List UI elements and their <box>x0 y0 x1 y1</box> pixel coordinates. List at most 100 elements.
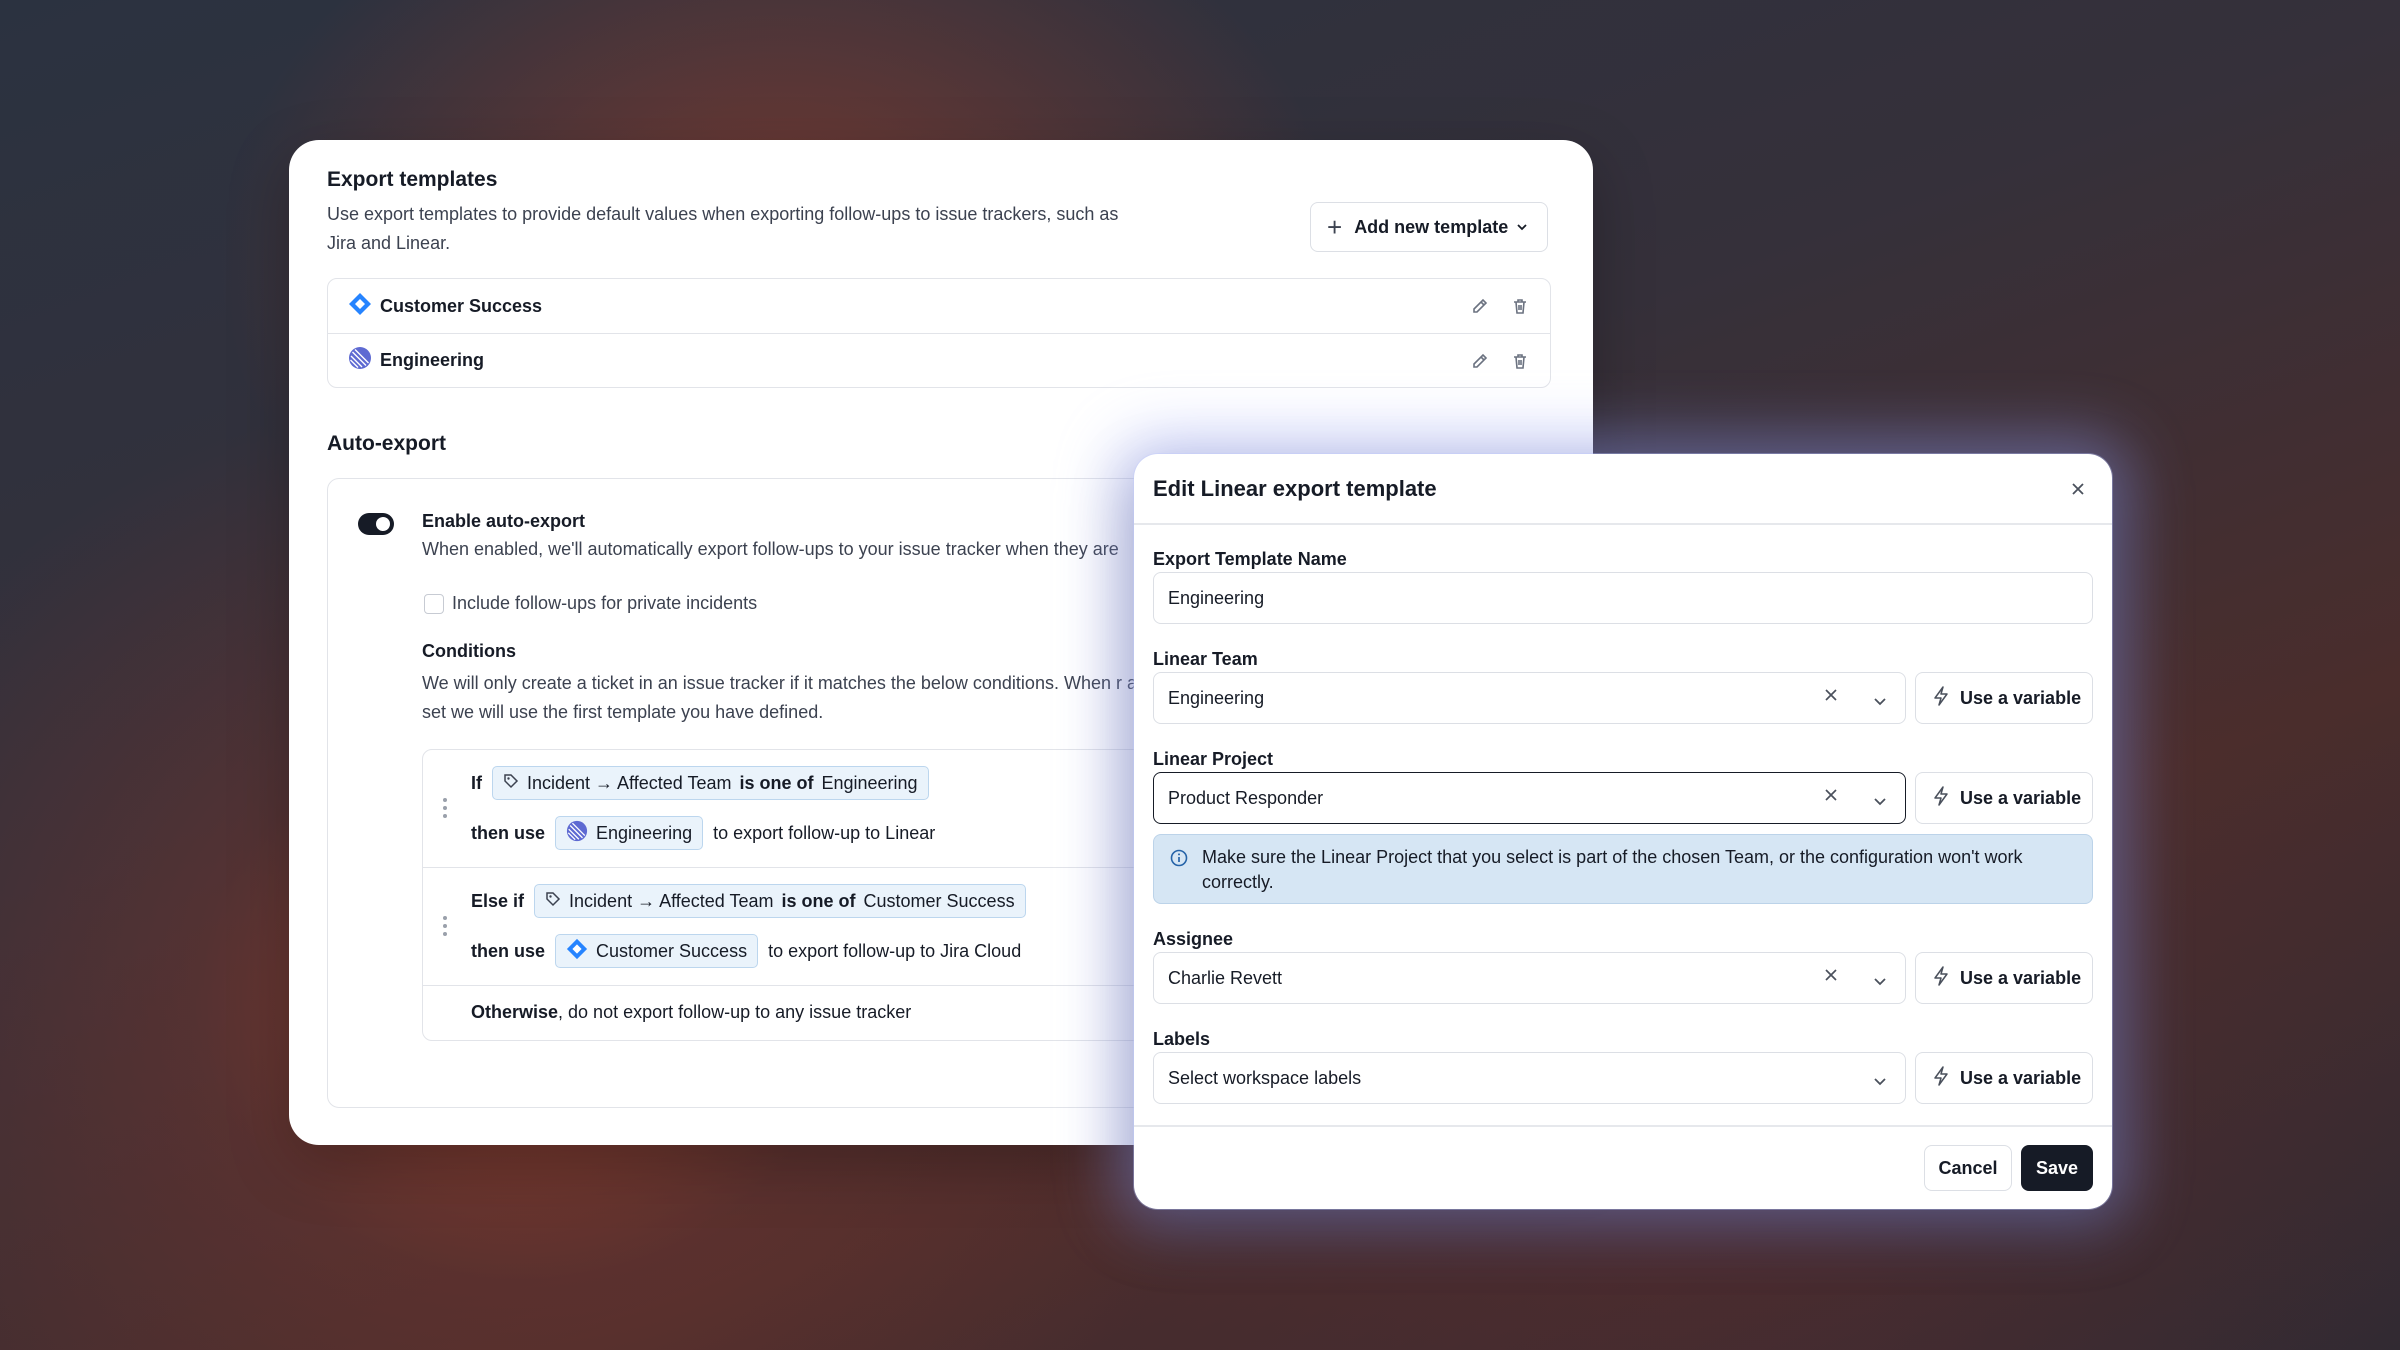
project-info-callout: Make sure the Linear Project that you se… <box>1153 834 2093 904</box>
add-new-template-label: Add new template <box>1354 216 1509 237</box>
labels-select[interactable]: Select workspace labels <box>1153 1052 1906 1104</box>
lightning-icon <box>1932 685 1950 711</box>
condition-pill[interactable]: Incident → Affected Team is one of Custo… <box>534 884 1026 918</box>
labels-label: Labels <box>1153 1029 1211 1049</box>
chevron-down-icon[interactable] <box>1873 791 1887 812</box>
team-use-variable-button[interactable]: Use a variable <box>1915 672 2093 724</box>
linear-project-label: Linear Project <box>1153 749 1274 769</box>
linear-team-select[interactable]: Engineering <box>1153 672 1906 724</box>
use-variable-label: Use a variable <box>1960 787 2082 808</box>
condition-pill[interactable]: Incident → Affected Team is one of Engin… <box>492 766 929 800</box>
template-name-label: Export Template Name <box>1153 549 1347 569</box>
tag-icon <box>545 891 561 912</box>
toggle-knob <box>376 517 390 531</box>
lightning-icon <box>1932 965 1950 991</box>
condition-operator: is one of <box>739 772 814 793</box>
enable-auto-export-label: Enable auto-export <box>422 511 586 531</box>
rule-keyword: If <box>471 772 482 793</box>
trash-icon[interactable] <box>1510 296 1530 316</box>
clear-icon[interactable] <box>1823 786 1839 809</box>
template-pill[interactable]: Engineering <box>555 816 704 850</box>
enable-auto-export-description: When enabled, we'll automatically export… <box>422 539 1119 559</box>
template-name-input[interactable]: Engineering <box>1153 572 2093 624</box>
clear-icon[interactable] <box>1823 966 1839 989</box>
rule-condition: Else if Incident → Affected Team is one … <box>471 884 1026 918</box>
plus-icon: + <box>1327 212 1343 242</box>
private-incidents-checkbox[interactable] <box>424 594 444 614</box>
linear-project-select[interactable]: Product Responder <box>1153 772 1906 824</box>
otherwise-line: Otherwise , do not export follow-up to a… <box>471 1002 911 1023</box>
then-use-label: then use <box>471 822 546 843</box>
assignee-value: Charlie Revett <box>1168 967 1283 988</box>
lightning-icon <box>1932 785 1950 811</box>
assignee-label: Assignee <box>1153 929 1234 949</box>
rule-suffix: to export follow-up to Linear <box>713 822 936 843</box>
rule-keyword: Else if <box>471 890 525 911</box>
rule-action: then use Engineering to export follow-up… <box>471 816 935 850</box>
use-variable-label: Use a variable <box>1960 1067 2082 1088</box>
jira-icon <box>566 938 588 965</box>
template-row-engineering[interactable]: Engineering <box>328 333 1550 387</box>
otherwise-text: , do not export follow-up to any issue t… <box>558 1002 912 1022</box>
chevron-down-icon <box>1516 220 1528 234</box>
condition-value: Engineering <box>821 772 918 793</box>
info-icon <box>1170 849 1188 893</box>
chevron-down-icon[interactable] <box>1873 971 1887 992</box>
conditions-description: We will only create a ticket in an issue… <box>422 673 1153 722</box>
project-use-variable-button[interactable]: Use a variable <box>1915 772 2093 824</box>
add-new-template-button[interactable]: + Add new template <box>1310 202 1548 252</box>
export-templates-description: Use export templates to provide default … <box>327 204 1119 253</box>
edit-icon[interactable] <box>1470 351 1490 371</box>
labels-use-variable-button[interactable]: Use a variable <box>1915 1052 2093 1104</box>
linear-project-value: Product Responder <box>1168 787 1324 808</box>
modal-header-divider <box>1134 523 2112 525</box>
linear-icon <box>348 346 372 375</box>
lightning-icon <box>1932 1065 1950 1091</box>
private-incidents-label: Include follow-ups for private incidents <box>452 593 758 613</box>
tag-icon <box>503 773 519 794</box>
linear-team-label: Linear Team <box>1153 649 1258 669</box>
chevron-down-icon[interactable] <box>1873 691 1887 712</box>
edit-icon[interactable] <box>1470 296 1490 316</box>
linear-team-value: Engineering <box>1168 687 1265 708</box>
otherwise-keyword: Otherwise <box>471 1002 559 1022</box>
template-row-customer-success[interactable]: Customer Success <box>328 279 1550 333</box>
condition-subject: Incident → Affected Team <box>527 772 732 793</box>
use-variable-label: Use a variable <box>1960 967 2082 988</box>
conditions-title: Conditions <box>422 641 516 661</box>
auto-export-toggle[interactable] <box>358 513 394 535</box>
template-name: Customer Success <box>380 295 543 316</box>
modal-title: Edit Linear export template <box>1153 476 1437 501</box>
template-name: Engineering <box>380 350 485 370</box>
trash-icon[interactable] <box>1510 351 1530 371</box>
edit-template-modal: Edit Linear export template Export Templ… <box>1134 454 2112 1209</box>
save-button[interactable]: Save <box>2021 1145 2093 1191</box>
template-pill-label: Engineering <box>596 822 693 843</box>
linear-icon <box>566 820 588 847</box>
assignee-select[interactable]: Charlie Revett <box>1153 952 1906 1004</box>
assignee-use-variable-button[interactable]: Use a variable <box>1915 952 2093 1004</box>
template-name-value: Engineering <box>1168 587 1265 608</box>
jira-icon <box>348 292 372 321</box>
drag-handle-icon[interactable] <box>443 798 449 818</box>
auto-export-title: Auto-export <box>327 432 446 455</box>
condition-operator: is one of <box>781 890 856 911</box>
use-variable-label: Use a variable <box>1960 687 2082 708</box>
then-use-label: then use <box>471 940 546 961</box>
chevron-down-icon[interactable] <box>1873 1071 1887 1092</box>
modal-footer-divider <box>1134 1125 2112 1127</box>
callout-text: Make sure the Linear Project that you se… <box>1202 847 2023 892</box>
rule-suffix: to export follow-up to Jira Cloud <box>768 940 1022 961</box>
condition-value: Customer Success <box>863 890 1015 911</box>
export-templates-title: Export templates <box>327 168 498 191</box>
clear-icon[interactable] <box>1823 686 1839 709</box>
labels-placeholder: Select workspace labels <box>1168 1067 1362 1088</box>
cancel-button[interactable]: Cancel <box>1924 1145 2012 1191</box>
template-pill[interactable]: Customer Success <box>555 934 759 968</box>
condition-subject: Incident → Affected Team <box>569 890 774 911</box>
rule-condition: If Incident → Affected Team is one of En… <box>471 766 929 800</box>
template-pill-label: Customer Success <box>596 940 748 961</box>
close-icon[interactable] <box>2069 480 2087 502</box>
rule-action: then use Customer Success to export foll… <box>471 934 1021 968</box>
drag-handle-icon[interactable] <box>443 916 449 936</box>
